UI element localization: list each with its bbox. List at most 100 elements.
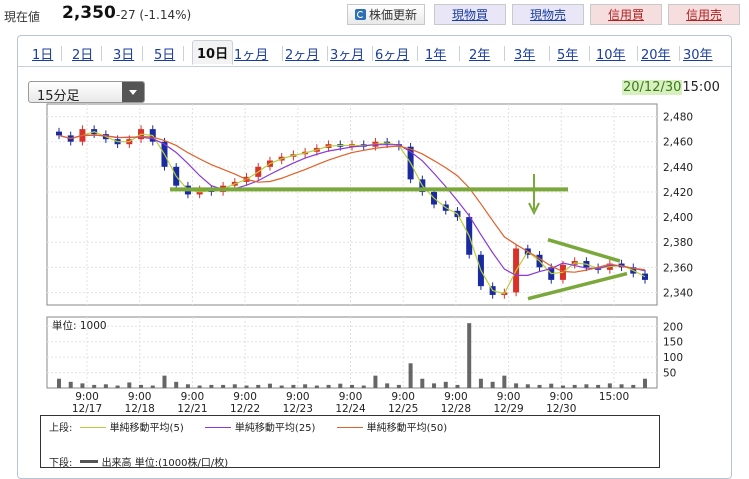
x-tick-date: 12/18 <box>125 403 155 415</box>
triangle-upper-line <box>547 237 621 263</box>
volume-bar <box>514 383 519 388</box>
x-tick-date: 12/29 <box>493 403 523 415</box>
volume-bar <box>432 383 437 388</box>
volume-bar <box>537 384 542 388</box>
volume-bar <box>560 385 565 388</box>
volume-tick-label: 50 <box>663 368 676 380</box>
price-tick-label: 2,420 <box>663 187 693 199</box>
volume-bar <box>490 381 495 388</box>
x-tick-date: 12/24 <box>335 403 366 415</box>
volume-bar <box>162 375 167 388</box>
x-tick-time: 9:00 <box>181 391 205 403</box>
x-tick-time: 9:00 <box>233 391 257 403</box>
legend-ma25: 単純移動平均(25) <box>234 423 316 434</box>
volume-bar <box>185 384 190 388</box>
price-tick-label: 2,440 <box>663 162 693 174</box>
volume-tick-label: 100 <box>663 352 683 364</box>
volume-bars <box>57 323 647 388</box>
x-tick-date: 12/17 <box>72 403 102 415</box>
price-tick-label: 2,480 <box>663 112 693 124</box>
volume-bar <box>619 384 624 388</box>
ma25-line <box>58 134 646 276</box>
volume-bar <box>467 323 472 388</box>
price-chart: 9:0012/179:0012/189:0012/219:0012/229:00… <box>46 103 693 415</box>
price-tick-label: 2,340 <box>663 287 693 299</box>
volume-bar <box>607 383 612 388</box>
volume-tick-label: 150 <box>663 337 683 349</box>
volume-bar <box>127 382 132 388</box>
volume-bar <box>174 381 179 388</box>
volume-bar <box>420 378 425 388</box>
volume-bar <box>57 378 61 388</box>
price-tick-label: 2,380 <box>663 237 693 249</box>
candle-body <box>56 131 62 136</box>
price-tick-label: 2,400 <box>663 212 693 224</box>
volume-bar <box>197 385 202 388</box>
volume-bar <box>103 384 108 388</box>
x-tick-date: 12/25 <box>388 403 418 415</box>
trend-annotations <box>170 174 628 301</box>
volume-bar <box>584 384 589 388</box>
volume-bar <box>68 381 73 388</box>
volume-bar <box>232 384 237 388</box>
x-tick-time: 15:00 <box>599 391 629 403</box>
volume-grid <box>46 316 658 389</box>
x-tick-time: 9:00 <box>286 391 310 403</box>
volume-bar <box>525 384 530 388</box>
x-tick-date: 12/23 <box>283 403 313 415</box>
volume-frame <box>46 316 658 389</box>
x-tick-time: 9:00 <box>128 391 152 403</box>
legend-ma5: 単純移動平均(5) <box>109 423 184 434</box>
volume-bar <box>209 384 214 388</box>
volume-bar <box>314 385 319 388</box>
volume-tick-label: 200 <box>663 321 683 333</box>
volume-bar <box>443 381 448 388</box>
volume-bar <box>150 385 155 388</box>
x-tick-time: 9:00 <box>550 391 574 403</box>
legend-upper-label: 上段: <box>49 423 73 434</box>
x-tick-time: 9:00 <box>444 391 468 403</box>
volume-bar <box>244 385 249 388</box>
legend-volume-swatch <box>79 460 98 463</box>
volume-bar <box>373 375 378 388</box>
x-tick-time: 9:00 <box>75 391 99 403</box>
ma50-line <box>58 134 646 273</box>
x-tick-time: 9:00 <box>497 391 521 403</box>
volume-bar <box>572 384 577 388</box>
price-tick-label: 2,460 <box>663 137 693 149</box>
legend-ma50: 単純移動平均(50) <box>366 423 448 434</box>
price-tick-label: 2,360 <box>663 262 693 274</box>
x-tick-time: 9:00 <box>391 391 415 403</box>
x-tick-time: 9:00 <box>339 391 363 403</box>
legend-volume: 出来高 単位:(1000株/口/枚) <box>101 458 229 469</box>
volume-bar <box>385 383 390 388</box>
x-tick-date: 12/21 <box>177 403 207 415</box>
volume-bar <box>643 378 647 388</box>
legend-ma25-swatch <box>204 427 231 428</box>
volume-bar <box>256 384 261 388</box>
volume-bar <box>115 385 120 388</box>
volume-bar <box>502 375 507 388</box>
legend-lower-label: 下段: <box>49 458 73 469</box>
volume-bar <box>361 385 366 388</box>
volume-bar <box>291 384 296 388</box>
x-tick-date: 12/30 <box>546 403 576 415</box>
triangle-lower-line <box>527 271 628 301</box>
volume-bar <box>279 385 284 388</box>
moving-average-lines <box>58 130 646 295</box>
volume-bar <box>596 384 601 388</box>
volume-bar <box>139 384 144 388</box>
volume-bar <box>326 384 331 388</box>
volume-bar <box>92 384 97 388</box>
volume-bar <box>631 384 636 388</box>
volume-bar <box>478 378 483 388</box>
volume-unit-label: 単位: 1000 <box>52 319 107 332</box>
x-tick-date: 12/28 <box>441 403 471 415</box>
volume-bar <box>303 384 308 388</box>
volume-bar <box>221 384 226 388</box>
volume-bar <box>267 383 272 388</box>
legend-ma50-swatch <box>336 427 363 428</box>
volume-bar <box>396 384 401 388</box>
volume-bar <box>408 363 413 388</box>
volume-bar <box>338 383 343 388</box>
